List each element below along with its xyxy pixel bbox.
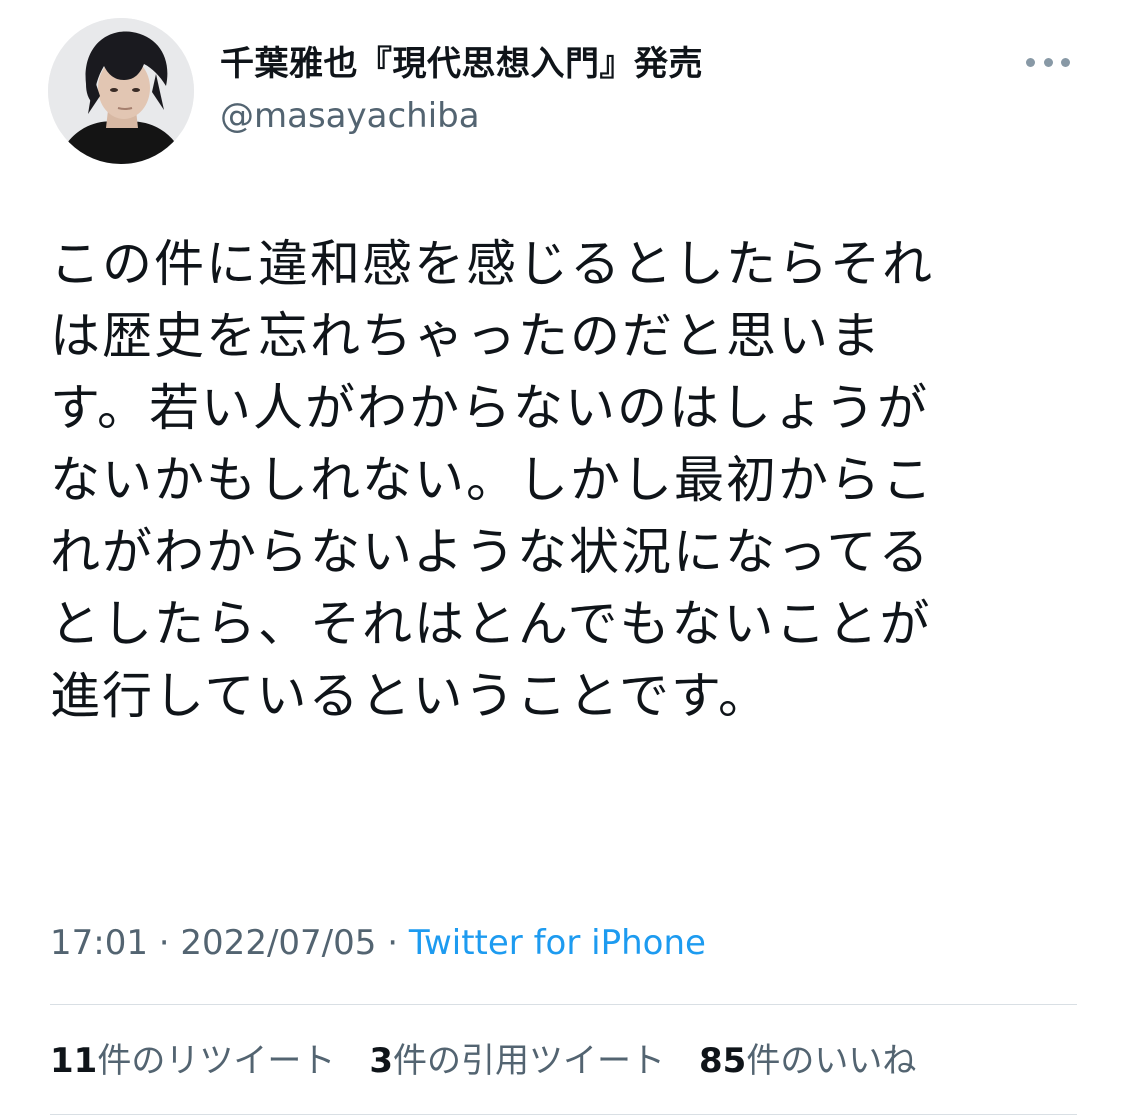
likes-stat[interactable]: 85件のいいね <box>699 1036 916 1086</box>
tweet-date[interactable]: 2022/07/05 <box>180 923 376 963</box>
tweet-time: 17:01 <box>50 923 148 963</box>
dot <box>1026 57 1035 67</box>
tweet-detail: 千葉雅也『現代思想入門』発売 @masayachiba この件に違和感を感じると… <box>0 0 1125 1120</box>
quotes-count: 3 <box>369 1041 393 1081</box>
tweet-stats: 11件のリツイート 3件の引用ツイート 85件のいいね <box>50 1036 916 1086</box>
user-handle[interactable]: @masayachiba <box>220 94 703 138</box>
likes-label: 件のいいね <box>746 1041 917 1081</box>
tweet-source-link[interactable]: Twitter for iPhone <box>409 923 706 963</box>
tweet-metadata: 17:01 · 2022/07/05 · Twitter for iPhone <box>50 918 706 968</box>
user-avatar-photo <box>48 18 194 164</box>
tweet-text: この件に違和感を感じるとしたらそれ は歴史を忘れちゃったのだと思いま す。若い人… <box>50 235 934 725</box>
user-names: 千葉雅也『現代思想入門』発売 @masayachiba <box>220 42 703 138</box>
retweets-stat[interactable]: 11件のリツイート <box>50 1036 335 1086</box>
more-dots-icon[interactable] <box>1026 52 1070 72</box>
display-name[interactable]: 千葉雅也『現代思想入門』発売 <box>220 42 703 86</box>
dot <box>1043 57 1053 67</box>
quotes-label: 件の引用ツイート <box>393 1041 665 1081</box>
divider <box>50 1114 1077 1115</box>
tweet-header: 千葉雅也『現代思想入門』発売 @masayachiba <box>48 18 1078 168</box>
dot <box>1061 57 1070 67</box>
meta-separator: · <box>387 923 399 963</box>
retweets-count: 11 <box>50 1041 98 1081</box>
retweets-label: 件のリツイート <box>97 1041 336 1081</box>
meta-separator: · <box>158 923 170 963</box>
divider <box>50 1004 1077 1005</box>
quotes-stat[interactable]: 3件の引用ツイート <box>369 1036 665 1086</box>
likes-count: 85 <box>699 1041 747 1081</box>
avatar[interactable] <box>48 18 194 164</box>
